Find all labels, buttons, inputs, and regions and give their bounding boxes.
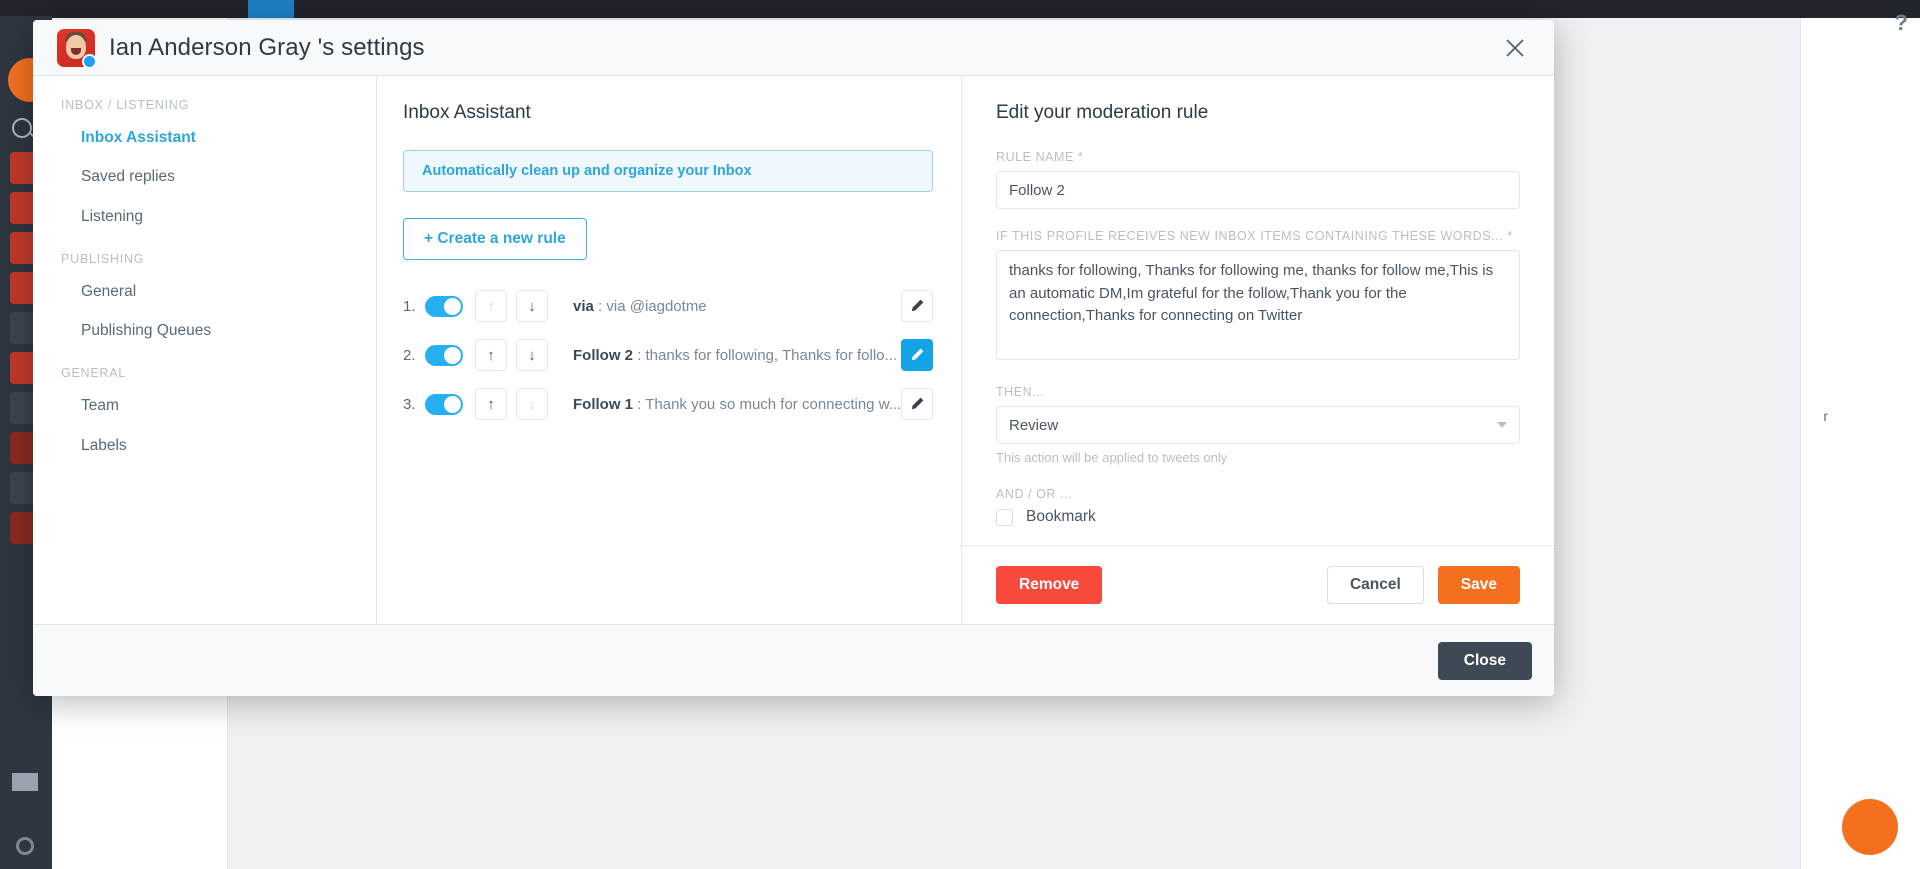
toggle-knob	[444, 346, 461, 364]
rule-keywords: Thank you so much for connecting w...	[645, 395, 901, 413]
grid-icon	[12, 773, 38, 791]
rule-row: 2. ↑ ↓ Follow 2 : thanks for following, …	[403, 339, 933, 371]
rule-row: 1. ↑ ↓ via : via @iagdotme	[403, 290, 933, 322]
sidebar-item-general[interactable]: General	[33, 272, 376, 311]
settings-modal: Ian Anderson Gray 's settings INBOX / LI…	[33, 20, 1554, 696]
action-select-wrapper: Review	[996, 406, 1520, 444]
modal-body: INBOX / LISTENING Inbox Assistant Saved …	[33, 76, 1554, 624]
modal-footer: Close	[33, 624, 1554, 696]
then-label: THEN...	[996, 385, 1045, 399]
rule-name: via	[573, 297, 594, 315]
sidebar-item-publishing-queues[interactable]: Publishing Queues	[33, 311, 376, 350]
rule-index: 2.	[403, 346, 416, 364]
rule-name-label: RULE NAME *	[996, 150, 1084, 164]
save-button[interactable]: Save	[1437, 566, 1520, 604]
action-select-value: Review	[1009, 416, 1059, 434]
settings-sidebar: INBOX / LISTENING Inbox Assistant Saved …	[33, 76, 377, 624]
modal-header: Ian Anderson Gray 's settings	[33, 20, 1554, 76]
action-select[interactable]: Review	[996, 406, 1520, 444]
sidebar-item-saved-replies[interactable]: Saved replies	[33, 157, 376, 196]
rule-editor-panel: Edit your moderation rule RULE NAME * IF…	[962, 76, 1554, 624]
create-rule-button[interactable]: + Create a new rule	[403, 218, 587, 260]
sidebar-group-title-general: GENERAL	[61, 366, 126, 381]
sidebar-group-title-publishing: PUBLISHING	[61, 251, 145, 266]
rule-editor-form: Edit your moderation rule RULE NAME * IF…	[962, 76, 1554, 546]
avatar-face	[66, 34, 86, 59]
rule-enable-toggle[interactable]	[425, 344, 463, 366]
editor-title: Edit your moderation rule	[996, 102, 1209, 123]
move-rule-up-button[interactable]: ↑	[475, 339, 507, 371]
bookmark-label: Bookmark	[1026, 508, 1096, 525]
rule-enable-toggle[interactable]	[425, 295, 463, 317]
edit-rule-button[interactable]	[901, 388, 933, 420]
rule-enable-toggle[interactable]	[425, 393, 463, 415]
page-title: Inbox Assistant	[403, 102, 531, 123]
move-rule-down-button: ↓	[516, 388, 548, 420]
close-modal-button[interactable]: Close	[1437, 641, 1532, 680]
search-icon	[12, 118, 32, 138]
keywords-label: IF THIS PROFILE RECEIVES NEW INBOX ITEMS…	[996, 229, 1513, 243]
bookmark-checkbox-row[interactable]: Bookmark	[996, 508, 1520, 526]
sidebar-item-listening[interactable]: Listening	[33, 197, 376, 236]
rule-index: 3.	[403, 395, 416, 413]
background-rail-top	[0, 0, 52, 16]
modal-title: Ian Anderson Gray 's settings	[109, 33, 425, 61]
bookmark-checkbox[interactable]	[996, 508, 1013, 526]
sidebar-item-inbox-assistant[interactable]: Inbox Assistant	[33, 118, 376, 157]
background-right-column	[1800, 18, 1920, 869]
cancel-button[interactable]: Cancel	[1326, 566, 1424, 604]
sidebar-group-title-inbox: INBOX / LISTENING	[61, 98, 190, 112]
close-icon[interactable]	[1498, 31, 1532, 65]
rule-name: Follow 1	[573, 395, 633, 413]
chat-bubble-icon	[1842, 799, 1898, 855]
move-rule-down-button[interactable]: ↓	[516, 339, 548, 371]
gear-icon	[16, 837, 34, 855]
rule-summary: Follow 1 : Thank you so much for connect…	[573, 396, 901, 413]
twitter-badge-icon	[82, 53, 97, 69]
rule-keywords: via @iagdotme	[606, 297, 707, 315]
edit-rule-button[interactable]	[901, 339, 933, 371]
rule-separator: :	[633, 395, 646, 413]
background-topbar	[52, 0, 1920, 18]
rule-separator: :	[633, 346, 646, 364]
toggle-knob	[444, 395, 461, 413]
avatar-mouth	[71, 47, 81, 55]
rule-summary: Follow 2 : thanks for following, Thanks …	[573, 347, 897, 364]
profile-avatar	[57, 28, 97, 69]
andor-label: AND / OR ...	[996, 487, 1073, 501]
sidebar-item-labels[interactable]: Labels	[33, 426, 376, 465]
rule-summary: via : via @iagdotme	[573, 298, 707, 315]
action-helper-text: This action will be applied to tweets on…	[996, 450, 1228, 465]
rule-editor-actions: Remove Cancel Save	[962, 546, 1554, 624]
rule-row: 3. ↑ ↓ Follow 1 : Thank you so much for …	[403, 388, 933, 420]
rule-keywords: thanks for following, Thanks for follo..…	[645, 346, 898, 364]
move-rule-up-button[interactable]: ↑	[475, 388, 507, 420]
move-rule-up-button: ↑	[475, 290, 507, 322]
rule-name-input[interactable]	[996, 171, 1520, 209]
inbox-assistant-panel: Inbox Assistant Automatically clean up a…	[377, 76, 962, 624]
keywords-textarea[interactable]: thanks for following, Thanks for followi…	[996, 250, 1520, 360]
rule-separator: :	[593, 297, 607, 315]
promo-banner: Automatically clean up and organize your…	[403, 150, 933, 192]
rule-name: Follow 2	[573, 346, 633, 364]
help-icon: ?	[1894, 10, 1908, 35]
background-side-letter: r	[1823, 408, 1828, 424]
rule-index: 1.	[403, 297, 416, 315]
sidebar-item-team[interactable]: Team	[33, 386, 376, 425]
edit-rule-button[interactable]	[901, 290, 933, 322]
toggle-knob	[444, 297, 461, 315]
remove-button[interactable]: Remove	[996, 566, 1103, 604]
background-active-tab	[248, 0, 294, 18]
move-rule-down-button[interactable]: ↓	[516, 290, 548, 322]
